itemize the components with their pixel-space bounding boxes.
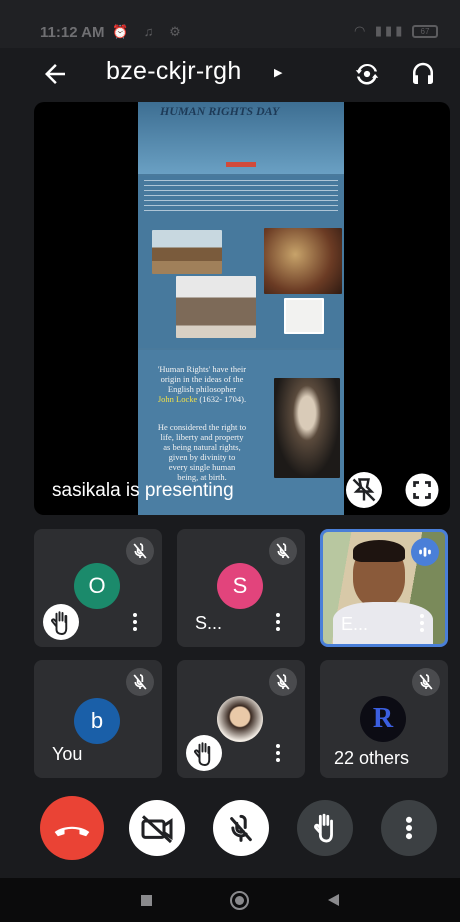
- end-call-icon: [54, 826, 90, 837]
- system-icons: ◠ ▮▮▮ 67: [354, 23, 438, 39]
- presentation-stage[interactable]: HUMAN RIGHTS DAY 'Human Rights' have the…: [34, 102, 450, 515]
- slide-history-section: [138, 176, 344, 348]
- slide-photo-prisoners: [176, 276, 256, 338]
- presenter-caption: sasikala is presenting: [52, 480, 234, 501]
- slide-quote-line: English philosopher: [167, 384, 237, 394]
- slide-body: He considered the right to life, liberty…: [146, 422, 258, 482]
- slide-header-section: HUMAN RIGHTS DAY: [138, 102, 344, 174]
- status-time: 11:12 AM: [40, 24, 105, 41]
- mic-off-icon: [269, 537, 297, 565]
- more-vertical-icon: [405, 816, 413, 840]
- more-options-icon[interactable]: [415, 612, 429, 634]
- home-icon[interactable]: [230, 891, 249, 910]
- headphones-icon[interactable]: [408, 59, 438, 89]
- raise-hand-icon: [314, 813, 333, 843]
- slide-title: HUMAN RIGHTS DAY: [160, 104, 280, 118]
- top-bar: bze-ckjr-rgh ▶: [0, 48, 460, 100]
- participant-tile[interactable]: [177, 660, 305, 778]
- participant-tile-others[interactable]: R 22 others: [320, 660, 448, 778]
- shared-slide: HUMAN RIGHTS DAY 'Human Rights' have the…: [138, 102, 344, 515]
- unpin-button[interactable]: [346, 472, 382, 508]
- back-icon[interactable]: [327, 893, 340, 907]
- raise-hand-button[interactable]: [297, 800, 353, 856]
- slide-photo-sketch: [284, 298, 324, 334]
- status-bar: 11:12 AM ⏰ ♫ ⚙ ◠ ▮▮▮ 67: [0, 0, 460, 48]
- participant-tile-active-speaker[interactable]: E...: [320, 529, 448, 647]
- slide-photo-painting: [264, 228, 342, 294]
- slide-quote-line: origin in the ideas of the: [160, 374, 244, 384]
- camera-toggle-button[interactable]: [129, 800, 185, 856]
- slide-body-line: life, liberty and property: [160, 432, 244, 442]
- more-options-icon[interactable]: [271, 611, 285, 633]
- slide-philosopher-name: John Locke: [157, 394, 198, 404]
- more-options-icon[interactable]: [271, 742, 285, 764]
- meeting-code[interactable]: bze-ckjr-rgh: [106, 57, 242, 86]
- participant-name: You: [52, 744, 83, 764]
- slide-quote-line: 'Human Rights' have their: [157, 364, 247, 374]
- speaking-indicator-icon: [411, 538, 439, 566]
- mic-off-icon: [126, 537, 154, 565]
- avatar: O: [74, 563, 120, 609]
- pin-off-icon: [352, 478, 376, 502]
- slide-portrait-locke: [274, 378, 340, 478]
- mic-off-icon: [230, 814, 252, 842]
- slide-body-line: He considered the right to: [157, 422, 247, 432]
- participant-tile[interactable]: S S...: [177, 529, 305, 647]
- slide-body-line: every single human: [168, 462, 236, 472]
- back-arrow-icon[interactable]: [40, 59, 70, 89]
- meet-screen: 11:12 AM ⏰ ♫ ⚙ ◠ ▮▮▮ 67 bze-ckjr-rgh ▶ H…: [0, 0, 460, 922]
- mic-toggle-button[interactable]: [213, 800, 269, 856]
- recents-icon[interactable]: [141, 895, 152, 906]
- camera-off-icon: [141, 815, 173, 844]
- signal-icon: ▮▮▮: [374, 23, 406, 38]
- others-count[interactable]: 22 others: [334, 748, 409, 769]
- slide-quote: 'Human Rights' have their origin in the …: [146, 364, 258, 404]
- slide-photo-tribe: [152, 230, 222, 274]
- end-call-button[interactable]: [40, 796, 104, 860]
- slide-body-line: as being natural rights,: [163, 442, 241, 452]
- avatar: b: [74, 698, 120, 744]
- raised-hand-icon: [186, 735, 222, 771]
- switch-camera-icon[interactable]: [352, 59, 382, 89]
- slide-paragraph: [144, 180, 338, 214]
- avatar: R: [360, 696, 406, 742]
- participant-tile[interactable]: O: [34, 529, 162, 647]
- more-options-icon[interactable]: [128, 611, 142, 633]
- slide-flag-mark: [226, 162, 256, 167]
- more-options-button[interactable]: [381, 800, 437, 856]
- slide-body-line: given by divinity to: [168, 452, 236, 462]
- raised-hand-icon: [43, 604, 79, 640]
- participant-tile-self[interactable]: b You: [34, 660, 162, 778]
- fullscreen-icon: [405, 473, 439, 507]
- participant-name: S...: [195, 613, 223, 633]
- caret-right-icon[interactable]: ▶: [274, 66, 282, 79]
- mic-off-icon: [269, 668, 297, 696]
- participant-video-hair: [353, 540, 405, 562]
- avatar: S: [217, 563, 263, 609]
- mic-off-icon: [126, 668, 154, 696]
- notification-icons: ⏰ ♫ ⚙: [112, 24, 187, 39]
- system-nav-bar: [0, 878, 460, 922]
- wifi-icon: ◠: [353, 23, 369, 38]
- participant-name: E...: [341, 614, 369, 634]
- fullscreen-button[interactable]: [404, 472, 440, 508]
- slide-philosopher-years: (1632- 1704).: [199, 394, 247, 404]
- battery-level: 67: [420, 27, 430, 37]
- battery-icon: 67: [412, 25, 438, 39]
- mic-off-icon: [412, 668, 440, 696]
- avatar-photo: [217, 696, 263, 742]
